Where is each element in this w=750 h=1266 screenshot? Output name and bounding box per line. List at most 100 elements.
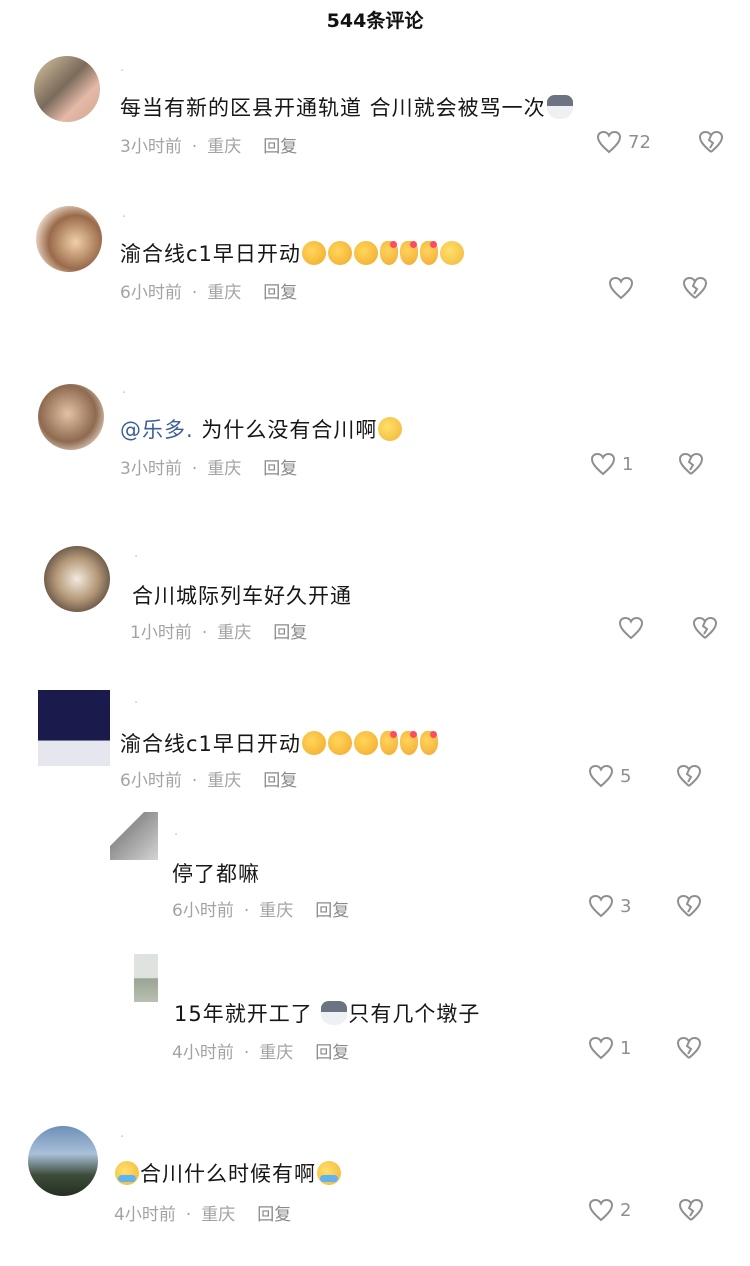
reply-button[interactable]: 回复 xyxy=(263,283,297,303)
reply-button[interactable]: 回复 xyxy=(263,137,297,157)
like-button[interactable] xyxy=(618,616,650,640)
comment-location: 重庆 xyxy=(207,459,242,479)
comment-time: 6小时前 xyxy=(172,901,234,921)
clapping-hands-emoji-icon xyxy=(327,241,352,265)
reply-button[interactable]: 回复 xyxy=(315,901,349,921)
clapping-hands-emoji-icon xyxy=(301,241,326,265)
comment-text: @乐多. 为什么没有合川啊 xyxy=(120,414,403,444)
avatar[interactable] xyxy=(36,206,102,272)
finger-heart-emoji-icon xyxy=(419,241,438,265)
reply-button[interactable]: 回复 xyxy=(263,771,297,791)
comment-meta: 6小时前 · 重庆 回复 xyxy=(120,283,298,303)
comment-location: 重庆 xyxy=(259,901,294,921)
avatar[interactable] xyxy=(134,954,158,1002)
comment-meta: 6小时前 · 重庆 回复 xyxy=(172,901,350,921)
like-button[interactable]: 1 xyxy=(588,1036,631,1060)
like-button[interactable]: 5 xyxy=(588,764,631,788)
like-button[interactable]: 1 xyxy=(590,452,633,476)
comments-header: 544条评论 xyxy=(0,0,750,34)
broken-heart-icon[interactable] xyxy=(676,764,702,788)
like-button[interactable]: 72 xyxy=(596,130,651,154)
comment-meta: 3小时前 · 重庆 回复 xyxy=(120,459,298,479)
comment-location: 重庆 xyxy=(201,1205,236,1225)
broken-heart-icon[interactable] xyxy=(678,1198,704,1222)
reply-button[interactable]: 回复 xyxy=(315,1043,349,1063)
comment-location: 重庆 xyxy=(217,623,252,643)
reply-button[interactable]: 回复 xyxy=(257,1205,291,1225)
comment-text: 15年就开工了 只有几个墩子 xyxy=(174,1001,481,1026)
clapping-hands-emoji-icon xyxy=(301,731,326,755)
avatar[interactable] xyxy=(110,812,158,860)
like-count: 1 xyxy=(620,1037,632,1059)
comment-meta: 4小时前 · 重庆 回复 xyxy=(172,1043,350,1063)
comment-count-title: 544条评论 xyxy=(326,10,424,32)
username[interactable]: · xyxy=(122,210,127,225)
reply-button[interactable]: 回复 xyxy=(263,459,297,479)
avatar[interactable] xyxy=(28,1126,98,1196)
heart-outline-icon xyxy=(618,616,644,640)
comment-location: 重庆 xyxy=(207,137,242,157)
comment-time: 6小时前 xyxy=(120,771,182,791)
broken-heart-icon[interactable] xyxy=(698,130,724,154)
comment-time: 4小时前 xyxy=(114,1205,176,1225)
heart-outline-icon xyxy=(608,276,634,300)
comment-text: 渝合线c1早日开动 xyxy=(120,238,465,268)
finger-heart-emoji-icon xyxy=(379,241,398,265)
username[interactable]: · xyxy=(134,696,139,711)
broken-heart-icon[interactable] xyxy=(676,1036,702,1060)
like-count: 72 xyxy=(628,131,651,153)
comment-location: 重庆 xyxy=(207,283,242,303)
clapping-hands-emoji-icon xyxy=(353,241,378,265)
crying-face-emoji-icon xyxy=(115,1161,139,1185)
avatar[interactable] xyxy=(38,690,110,766)
comment-text: 渝合线c1早日开动 xyxy=(120,728,439,758)
comment-location: 重庆 xyxy=(259,1043,294,1063)
finger-heart-emoji-icon xyxy=(399,241,418,265)
like-button[interactable]: 2 xyxy=(588,1198,631,1222)
finger-heart-emoji-icon xyxy=(399,731,418,755)
heart-outline-icon xyxy=(588,764,614,788)
mention-link[interactable]: @乐多. xyxy=(120,418,194,442)
like-count: 1 xyxy=(622,453,634,475)
comment-meta: 6小时前 · 重庆 回复 xyxy=(120,771,298,791)
like-count: 3 xyxy=(620,895,632,917)
husky-emoji-icon xyxy=(321,1001,348,1025)
comment-text: 合川什么时候有啊 xyxy=(114,1158,342,1188)
comment-text: 每当有新的区县开通轨道 合川就会被骂一次 xyxy=(120,92,574,122)
finger-heart-emoji-icon xyxy=(419,731,438,755)
comment-time: 1小时前 xyxy=(130,623,192,643)
comment-meta: 1小时前 · 重庆 回复 xyxy=(130,623,308,643)
heart-outline-icon xyxy=(588,1198,614,1222)
avatar[interactable] xyxy=(44,546,110,612)
broken-heart-icon[interactable] xyxy=(678,452,704,476)
broken-heart-icon[interactable] xyxy=(676,894,702,918)
comment-time: 4小时前 xyxy=(172,1043,234,1063)
avatar[interactable] xyxy=(34,56,100,122)
heart-outline-icon xyxy=(588,894,614,918)
comment-time: 3小时前 xyxy=(120,459,182,479)
username[interactable]: · xyxy=(120,64,125,79)
comment-meta: 4小时前 · 重庆 回复 xyxy=(114,1205,292,1225)
comment-text: 合川城际列车好久开通 xyxy=(132,584,352,608)
heart-outline-icon xyxy=(596,130,622,154)
comment-time: 6小时前 xyxy=(120,283,182,303)
username[interactable]: · xyxy=(120,1130,125,1145)
clapping-hands-emoji-icon xyxy=(327,731,352,755)
avatar[interactable] xyxy=(38,384,104,450)
comment-text: 停了都嘛 xyxy=(172,862,260,886)
like-button[interactable] xyxy=(608,276,640,300)
heart-outline-icon xyxy=(588,1036,614,1060)
comment-location: 重庆 xyxy=(207,771,242,791)
broken-heart-icon[interactable] xyxy=(692,616,718,640)
crying-face-emoji-icon xyxy=(317,1161,341,1185)
broken-heart-icon[interactable] xyxy=(682,276,708,300)
username[interactable]: · xyxy=(174,828,179,843)
like-count: 2 xyxy=(620,1199,632,1221)
reply-button[interactable]: 回复 xyxy=(273,623,307,643)
username[interactable]: · xyxy=(122,386,127,401)
like-button[interactable]: 3 xyxy=(588,894,631,918)
heart-outline-icon xyxy=(590,452,616,476)
username[interactable]: · xyxy=(134,550,139,565)
husky-emoji-icon xyxy=(546,95,573,119)
clapping-hands-emoji-icon xyxy=(353,731,378,755)
